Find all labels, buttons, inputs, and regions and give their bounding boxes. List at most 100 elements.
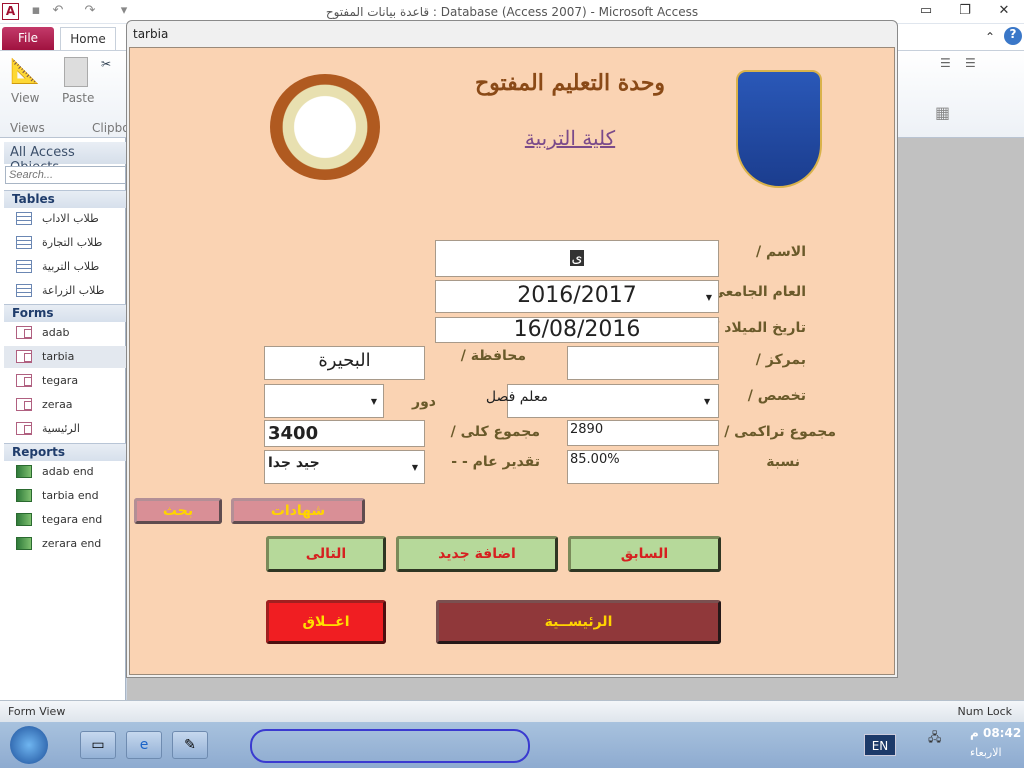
add-new-button[interactable]: اضافة جديد bbox=[396, 536, 558, 572]
clock-time[interactable]: 08:42 م bbox=[970, 726, 1021, 740]
nav-report-item[interactable]: tegara end bbox=[4, 509, 126, 531]
group-forms[interactable]: Forms bbox=[4, 304, 126, 322]
form-window: tarbia وحدة التعليم المفتوح كلية التربية… bbox=[126, 20, 898, 678]
form-heading: وحدة التعليم المفتوح bbox=[474, 70, 666, 96]
show-desktop-icon[interactable]: ▭ bbox=[80, 731, 116, 759]
total-label: مجموع كلى / bbox=[450, 424, 540, 440]
help-icon[interactable]: ? bbox=[1004, 27, 1022, 45]
minimize-icon[interactable]: ▭ bbox=[914, 3, 938, 21]
start-button[interactable] bbox=[10, 726, 48, 764]
status-view: Form View bbox=[8, 705, 66, 718]
pinned-app-icon[interactable]: ✎ bbox=[172, 731, 208, 759]
table-icon bbox=[16, 284, 32, 297]
nav-form-item[interactable]: الرئيسية bbox=[4, 418, 126, 440]
next-button[interactable]: التالى bbox=[266, 536, 386, 572]
total-field[interactable]: 3400 bbox=[264, 420, 425, 447]
collapse-ribbon-icon[interactable]: ⌃ bbox=[985, 30, 995, 44]
taskbar: ▭ e ✎ EN 🖧 08:42 م الاربعاء bbox=[0, 722, 1024, 768]
view-icon[interactable]: 📐 bbox=[10, 57, 40, 87]
close-form-button[interactable]: اغــلاق bbox=[266, 600, 386, 644]
group-tables[interactable]: Tables bbox=[4, 190, 126, 208]
status-bar: Form View Num Lock bbox=[0, 700, 1024, 722]
round-label: دور bbox=[412, 394, 436, 410]
chevron-down-icon[interactable]: ▼ bbox=[371, 397, 377, 406]
item-label: tegara end bbox=[42, 513, 103, 526]
clipboard-group-label: Clipbo bbox=[92, 121, 130, 135]
nav-report-item[interactable]: zerara end bbox=[4, 533, 126, 555]
form-subheading: كلية التربية bbox=[524, 126, 616, 150]
year-value: 2016/2017 bbox=[517, 283, 637, 308]
specialty-combo[interactable]: معلم فصل ▼ bbox=[486, 384, 719, 418]
table-icon bbox=[16, 236, 32, 249]
tab-home[interactable]: Home bbox=[60, 27, 116, 51]
specialty-value: معلم فصل bbox=[485, 389, 548, 405]
item-label: tarbia bbox=[42, 350, 75, 363]
name-value: ى bbox=[569, 250, 585, 266]
certificates-button[interactable]: شهادات bbox=[231, 498, 365, 524]
view-button[interactable]: View bbox=[11, 91, 39, 105]
item-label: طلاب الزراعة bbox=[42, 284, 105, 297]
birth-field[interactable]: 16/08/2016 bbox=[435, 317, 719, 343]
nav-form-item[interactable]: zeraa bbox=[4, 394, 126, 416]
status-numlock: Num Lock bbox=[957, 705, 1013, 718]
previous-button[interactable]: السابق bbox=[568, 536, 721, 572]
nav-table-item[interactable]: طلاب الزراعة bbox=[4, 280, 126, 302]
year-combo[interactable]: 2016/2017 ▼ bbox=[435, 280, 719, 313]
bullets-icon[interactable]: ☰ bbox=[940, 56, 951, 70]
form-body: وحدة التعليم المفتوح كلية التربية الاسم … bbox=[129, 47, 895, 675]
percent-field[interactable]: 85.00% bbox=[567, 450, 719, 484]
name-field[interactable]: ى bbox=[435, 240, 719, 277]
grade-label: تقدير عام - - bbox=[451, 454, 540, 470]
chevron-down-icon[interactable]: ▼ bbox=[412, 463, 418, 472]
report-icon bbox=[16, 465, 32, 478]
name-label: الاسم / bbox=[756, 244, 806, 260]
language-indicator[interactable]: EN bbox=[864, 734, 896, 756]
table-icon bbox=[16, 212, 32, 225]
chevron-down-icon[interactable]: ▼ bbox=[704, 397, 710, 406]
percent-label: نسبة bbox=[766, 454, 800, 470]
nav-table-item[interactable]: طلاب الاداب bbox=[4, 208, 126, 230]
cut-icon[interactable]: ✂ bbox=[101, 57, 111, 71]
faculty-logo bbox=[270, 74, 380, 180]
nav-table-item[interactable]: طلاب التجارة bbox=[4, 232, 126, 254]
report-icon bbox=[16, 513, 32, 526]
cumulative-field[interactable]: 2890 bbox=[567, 420, 719, 446]
group-reports[interactable]: Reports bbox=[4, 443, 126, 461]
tab-file[interactable]: File bbox=[2, 27, 54, 50]
close-icon[interactable]: ✕ bbox=[992, 3, 1016, 21]
paste-icon[interactable] bbox=[64, 57, 88, 87]
report-icon bbox=[16, 489, 32, 502]
views-group-label: Views bbox=[10, 121, 45, 135]
nav-form-item[interactable]: adab bbox=[4, 322, 126, 344]
nav-search-input[interactable] bbox=[5, 166, 126, 184]
university-logo bbox=[736, 70, 822, 188]
chevron-down-icon[interactable]: ▼ bbox=[706, 293, 712, 302]
internet-explorer-icon[interactable]: e bbox=[126, 731, 162, 759]
form-icon bbox=[16, 398, 32, 411]
round-combo[interactable]: ▼ bbox=[264, 384, 384, 418]
search-button[interactable]: بحث bbox=[134, 498, 222, 524]
restore-icon[interactable]: ❐ bbox=[953, 3, 977, 21]
nav-form-item[interactable]: tegara bbox=[4, 370, 126, 392]
nav-form-item[interactable]: tarbia bbox=[4, 346, 126, 368]
network-icon[interactable]: 🖧 bbox=[928, 728, 941, 749]
form-icon bbox=[16, 326, 32, 339]
nav-table-item[interactable]: طلاب التربية bbox=[4, 256, 126, 278]
gridlines-icon[interactable]: ▦ bbox=[935, 103, 950, 122]
nav-header[interactable]: All Access Objects bbox=[4, 142, 126, 175]
paste-button[interactable]: Paste bbox=[62, 91, 94, 105]
numbering-icon[interactable]: ☰ bbox=[965, 56, 976, 70]
nav-report-item[interactable]: tarbia end bbox=[4, 485, 126, 507]
center-field[interactable] bbox=[567, 346, 719, 380]
item-label: adab bbox=[42, 326, 70, 339]
item-label: zerara end bbox=[42, 537, 102, 550]
taskbar-running-apps[interactable] bbox=[250, 729, 530, 763]
governorate-field[interactable]: البحيرة bbox=[264, 346, 425, 380]
home-button[interactable]: الرئيســية bbox=[436, 600, 721, 644]
nav-report-item[interactable]: adab end bbox=[4, 461, 126, 483]
form-window-title: tarbia bbox=[133, 27, 169, 41]
grade-combo[interactable]: جيد جدا ▼ bbox=[264, 450, 425, 484]
item-label: tarbia end bbox=[42, 489, 99, 502]
form-icon bbox=[16, 422, 32, 435]
item-label: adab end bbox=[42, 465, 94, 478]
